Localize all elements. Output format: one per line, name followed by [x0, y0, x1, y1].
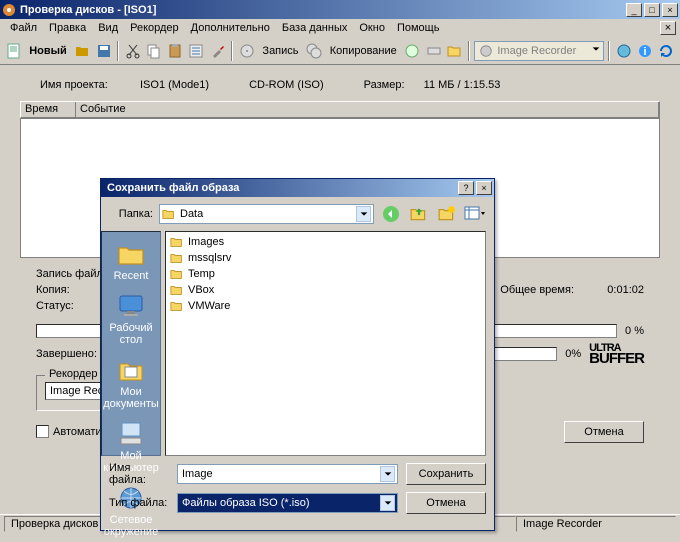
new-doc-icon[interactable] [4, 40, 23, 62]
project-size-label: Размер: [364, 79, 424, 91]
project-size-value: 11 МБ / 1:15.53 [424, 79, 501, 91]
project-type-value: CD-ROM (ISO) [249, 79, 324, 91]
place-desktop[interactable]: Рабочий стол [102, 288, 160, 350]
save-button[interactable]: Сохранить [406, 463, 486, 485]
copydisc-icon[interactable] [305, 40, 324, 62]
chevron-down-icon [356, 206, 371, 222]
close-button[interactable]: × [662, 3, 678, 17]
filename-input[interactable]: Image [177, 464, 398, 484]
menu-extra[interactable]: Дополнительно [185, 20, 276, 36]
filename-value: Image [182, 468, 213, 480]
status-right: Image Recorder [516, 516, 676, 532]
done-pct: 0% [565, 348, 581, 360]
burn-label[interactable]: Запись [258, 45, 302, 57]
places-bar: Recent Рабочий стол Мои документы Мой ко… [101, 231, 161, 456]
chevron-down-icon[interactable] [380, 466, 395, 482]
place-recent[interactable]: Recent [112, 236, 151, 286]
globe-icon[interactable] [614, 40, 633, 62]
folder-item[interactable]: Images [168, 234, 483, 250]
dialog-topbar: Папка: Data [101, 197, 494, 231]
new-label[interactable]: Новый [25, 45, 71, 57]
burn-icon[interactable] [237, 40, 256, 62]
menu-file[interactable]: Файл [4, 20, 43, 36]
place-network[interactable]: Сетевое окружение [102, 480, 160, 542]
folder-item[interactable]: VMWare [168, 298, 483, 314]
folder-combo[interactable]: Data [159, 204, 374, 224]
info-disc-icon[interactable] [403, 40, 422, 62]
cut-icon[interactable] [123, 40, 142, 62]
app-icon [2, 3, 16, 17]
device-combo[interactable]: Image Recorder [474, 41, 604, 61]
minimize-button[interactable]: _ [626, 3, 642, 17]
menu-edit[interactable]: Правка [43, 20, 92, 36]
filename-label: Имя файла: [109, 462, 169, 486]
go-back-icon[interactable] [380, 203, 402, 225]
svg-text:i: i [644, 46, 647, 58]
drive-icon[interactable] [424, 40, 443, 62]
filetype-value: Файлы образа ISO (*.iso) [182, 497, 309, 509]
menu-window[interactable]: Окно [353, 20, 391, 36]
total-time-value: 0:01:02 [574, 284, 644, 296]
refresh-icon[interactable] [657, 40, 676, 62]
recorder-legend: Рекордер [45, 368, 102, 380]
dialog-titlebar: Сохранить файл образа ? × [101, 179, 494, 197]
menu-database[interactable]: База данных [276, 20, 354, 36]
folder-combo-text: Data [180, 208, 203, 220]
event-list-header: Время Событие [20, 101, 660, 118]
dialog-close-button[interactable]: × [476, 181, 492, 195]
mdi-close-button[interactable]: × [660, 21, 676, 35]
col-event[interactable]: Событие [76, 102, 659, 117]
help-icon[interactable]: i [636, 40, 655, 62]
col-time[interactable]: Время [21, 102, 76, 117]
copydisc-label[interactable]: Копирование [326, 45, 401, 57]
folder-label: Папка: [109, 208, 153, 220]
menu-view[interactable]: Вид [92, 20, 124, 36]
done-label: Завершено: [36, 348, 97, 360]
props-icon[interactable] [187, 40, 206, 62]
brush-icon[interactable] [208, 40, 227, 62]
up-folder-icon[interactable] [408, 203, 430, 225]
main-titlebar: Проверка дисков - [ISO1] _ □ × [0, 0, 680, 19]
new-folder-icon[interactable] [436, 203, 458, 225]
main-cancel-button[interactable]: Отмена [564, 421, 644, 443]
menu-help[interactable]: Помощь [391, 20, 446, 36]
project-name-label: Имя проекта: [40, 79, 140, 91]
copy-icon[interactable] [144, 40, 163, 62]
project-info-row: Имя проекта: ISO1 (Mode1) CD-ROM (ISO) Р… [20, 73, 660, 101]
folder-item[interactable]: mssqlsrv [168, 250, 483, 266]
view-menu-icon[interactable] [464, 203, 486, 225]
file-list[interactable]: Images mssqlsrv Temp VBox VMWare [165, 231, 486, 456]
save-icon[interactable] [94, 40, 113, 62]
device-combo-text: Image Recorder [497, 45, 576, 57]
place-mydocs[interactable]: Мои документы [101, 352, 161, 414]
buffer-pct: 0 % [625, 325, 644, 337]
dialog-cancel-button[interactable]: Отмена [406, 492, 486, 514]
save-dialog: Сохранить файл образа ? × Папка: Data Re… [100, 178, 495, 531]
paste-icon[interactable] [166, 40, 185, 62]
menu-recorder[interactable]: Рекордер [124, 20, 185, 36]
open2-icon[interactable] [445, 40, 464, 62]
dialog-help-button[interactable]: ? [458, 181, 474, 195]
dialog-body: Recent Рабочий стол Мои документы Мой ко… [101, 231, 494, 456]
filetype-combo[interactable]: Файлы образа ISO (*.iso) [177, 493, 398, 513]
checkbox-icon [36, 425, 49, 438]
total-time-label: Общее время: [500, 284, 574, 296]
dialog-title: Сохранить файл образа [103, 182, 456, 194]
folder-item[interactable]: Temp [168, 266, 483, 282]
chevron-down-icon [591, 44, 601, 57]
project-name-value: ISO1 (Mode1) [140, 79, 209, 91]
ultrabuffer-logo: ULTRABUFFER [589, 344, 644, 365]
folder-item[interactable]: VBox [168, 282, 483, 298]
filetype-label: Тип файла: [109, 497, 169, 509]
window-title: Проверка дисков - [ISO1] [20, 4, 624, 16]
open-icon[interactable] [73, 40, 92, 62]
maximize-button[interactable]: □ [644, 3, 660, 17]
menubar: Файл Правка Вид Рекордер Дополнительно Б… [0, 19, 680, 37]
toolbar: Новый Запись Копирование Image Recorder … [0, 37, 680, 65]
chevron-down-icon[interactable] [380, 495, 395, 511]
